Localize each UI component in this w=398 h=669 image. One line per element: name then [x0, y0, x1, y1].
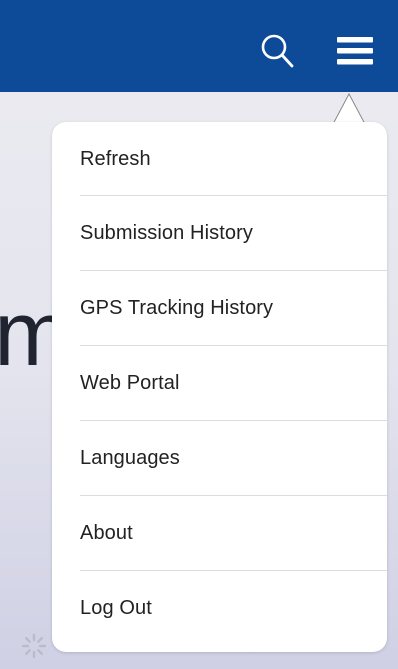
menu-item-label: Submission History [80, 222, 253, 244]
search-icon [261, 34, 294, 68]
menu-item-submission-history[interactable]: Submission History [52, 196, 387, 271]
menu-item-label: Web Portal [80, 372, 180, 394]
search-button[interactable] [254, 28, 300, 74]
menu-item-label: Refresh [80, 147, 151, 170]
menu-item-about[interactable]: About [52, 496, 387, 571]
menu-item-languages[interactable]: Languages [52, 421, 387, 496]
menu-item-label: Languages [80, 447, 180, 469]
menu-item-label: About [80, 522, 133, 544]
overflow-menu-popover: Refresh Submission History GPS Tracking … [52, 122, 387, 652]
menu-button[interactable] [332, 28, 378, 74]
menu-item-label: Log Out [80, 597, 152, 619]
menu-item-log-out[interactable]: Log Out [52, 571, 387, 646]
menu-item-gps-tracking-history[interactable]: GPS Tracking History [52, 271, 387, 346]
menu-item-web-portal[interactable]: Web Portal [52, 346, 387, 421]
menu-item-label: GPS Tracking History [80, 297, 274, 319]
top-app-bar [0, 0, 398, 92]
hamburger-menu-icon [337, 37, 373, 65]
loading-spinner-icon [21, 633, 47, 659]
popover-arrow [331, 92, 367, 126]
menu-item-refresh[interactable]: Refresh [52, 122, 387, 196]
